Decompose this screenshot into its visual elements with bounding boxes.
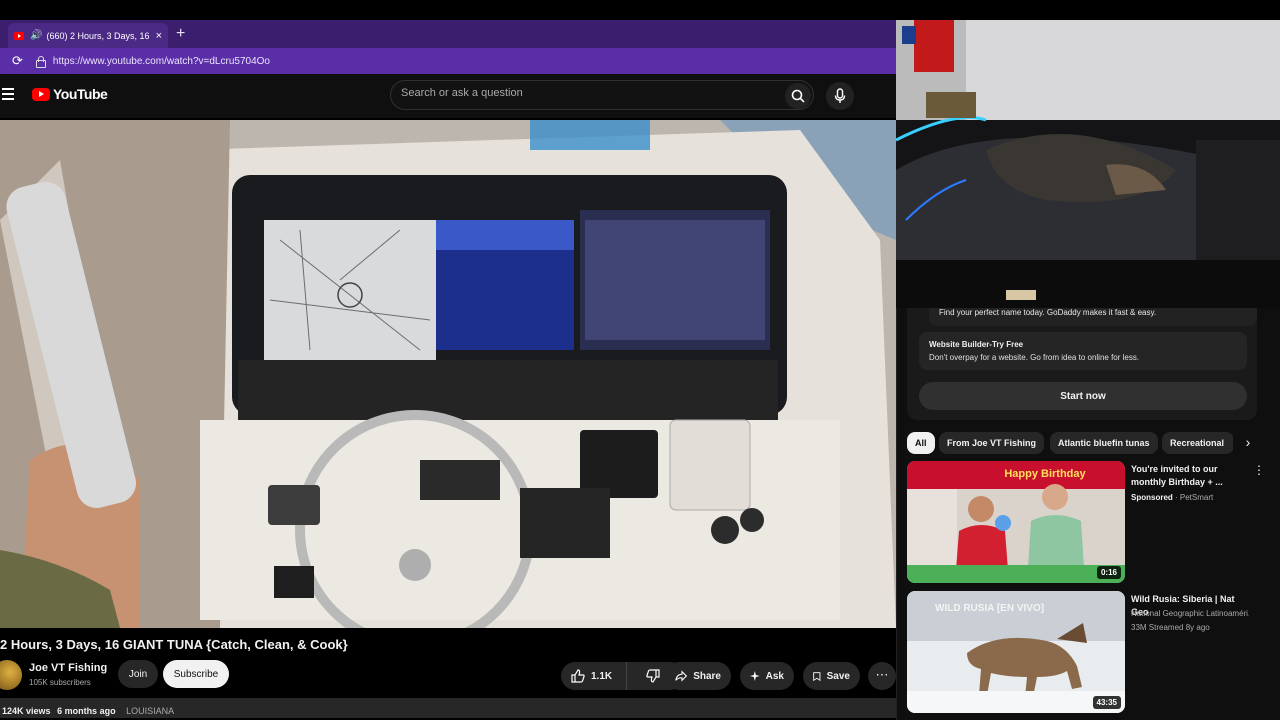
youtube-logo-text: YouTube <box>53 86 108 102</box>
microphone-icon <box>834 88 846 103</box>
search-input[interactable] <box>401 87 781 99</box>
share-button[interactable]: Share <box>665 662 731 690</box>
share-icon <box>675 670 688 682</box>
top-black-band <box>0 0 1280 20</box>
upload-age: 6 months ago <box>57 706 116 716</box>
search-button[interactable] <box>785 83 811 109</box>
video-location: LOUISIANA <box>126 706 175 716</box>
reload-icon[interactable]: ⟳ <box>12 53 23 69</box>
youtube-logo-icon <box>32 87 50 101</box>
lock-icon[interactable] <box>35 56 46 68</box>
webcam-overlay <box>896 20 1280 308</box>
ad-sitelink-title: Website Builder-Try Free <box>929 340 1024 349</box>
new-tab-button[interactable]: + <box>176 25 185 43</box>
voice-search-button[interactable] <box>826 82 854 110</box>
thumb-birthday-text: Happy Birthday <box>1004 468 1086 480</box>
bookmark-icon <box>813 671 821 681</box>
subscribe-button[interactable]: Subscribe <box>163 660 229 688</box>
chip-from-channel[interactable]: From Joe VT Fishing <box>939 432 1045 454</box>
thumbs-down-icon <box>645 669 660 683</box>
save-button[interactable]: Save <box>803 662 860 690</box>
browser-tab-bar: 🔊 (660) 2 Hours, 3 Days, 16 GIAN × <box>0 20 896 48</box>
video-title: 2 Hours, 3 Days, 16 GIANT TUNA {Catch, C… <box>0 637 348 652</box>
ad-sitelink-description: Don't overpay for a website. Go from ide… <box>929 353 1140 362</box>
thumbs-up-icon <box>571 669 585 683</box>
chip-atlantic-bluefin[interactable]: Atlantic bluefin tunas <box>1050 432 1158 454</box>
video-stats: 33M Streamed 8y ago <box>1131 623 1210 632</box>
video-frame <box>0 120 896 628</box>
like-button[interactable]: 1.1K <box>561 662 627 690</box>
speaker-icon[interactable]: 🔊 <box>30 30 42 41</box>
video-duration: 0:16 <box>1096 566 1121 579</box>
channel-name[interactable]: Joe VT Fishing <box>29 662 107 674</box>
ad-sitelink[interactable]: Website Builder-Try Free Don't overpay f… <box>919 332 1247 370</box>
thumb-wild-rusia-text: WILD RUSIA [EN VIVO] <box>935 603 1044 614</box>
video-player[interactable] <box>0 120 896 628</box>
webcam-image <box>896 20 1280 308</box>
chip-all[interactable]: All <box>907 432 935 454</box>
ad-card[interactable]: Find your perfect name today. GoDaddy ma… <box>907 308 1257 420</box>
sponsored-label: Sponsored <box>1131 493 1173 502</box>
channel-avatar[interactable] <box>0 660 22 690</box>
address-bar: ⟳ https://www.youtube.com/watch?v=dLcru5… <box>0 48 896 74</box>
start-now-button[interactable]: Start now <box>919 382 1247 410</box>
thumbnail-image: Happy Birthday <box>907 461 1125 583</box>
filter-chips: All From Joe VT Fishing Atlantic bluefin… <box>907 432 1273 456</box>
video-thumbnail[interactable]: Happy Birthday 0:16 <box>907 461 1125 583</box>
menu-icon[interactable] <box>2 88 14 100</box>
youtube-favicon-icon <box>14 31 24 40</box>
recommendations-sidebar: Find your perfect name today. GoDaddy ma… <box>896 308 1280 720</box>
recommendation-item[interactable]: WILD RUSIA [EN VIVO] 43:35 Wild Rusia: S… <box>907 591 1273 713</box>
subscriber-count: 105K subscribers <box>29 678 91 687</box>
video-title[interactable]: You're invited to our monthly Birthday +… <box>1131 463 1249 489</box>
video-duration: 43:35 <box>1092 696 1121 709</box>
join-button[interactable]: Join <box>118 660 158 688</box>
share-label: Share <box>693 670 721 682</box>
browser-tab[interactable]: 🔊 (660) 2 Hours, 3 Days, 16 GIAN × <box>8 23 168 48</box>
youtube-logo[interactable]: YouTube <box>32 86 108 102</box>
recommendation-item[interactable]: Happy Birthday 0:16 You're invited to ou… <box>907 461 1273 583</box>
chip-recreational[interactable]: Recreational <box>1162 432 1234 454</box>
like-count: 1.1K <box>591 670 613 682</box>
video-meta[interactable]: 124K views 6 months ago LOUISIANA <box>0 698 896 718</box>
more-actions-button[interactable]: ⋯ <box>868 662 896 690</box>
tab-title: (660) 2 Hours, 3 Days, 16 GIAN <box>46 30 151 41</box>
view-count: 124K views <box>2 706 51 716</box>
save-label: Save <box>826 670 850 682</box>
tab-close-icon[interactable]: × <box>156 30 162 42</box>
ask-label: Ask <box>765 670 784 682</box>
thumbnail-image: WILD RUSIA [EN VIVO] <box>907 591 1125 713</box>
sparkle-icon <box>750 671 760 681</box>
more-options-icon[interactable]: ⋮ <box>1253 463 1265 477</box>
youtube-header: YouTube <box>0 74 896 118</box>
url-text[interactable]: https://www.youtube.com/watch?v=dLcru570… <box>53 56 270 67</box>
video-channel: Sponsored · PetSmart <box>1131 493 1214 502</box>
ad-description: Find your perfect name today. GoDaddy ma… <box>929 308 1257 326</box>
ask-button[interactable]: Ask <box>740 662 794 690</box>
channel-name: National Geographic Latinoaméri... <box>1131 609 1249 618</box>
channel-name: PetSmart <box>1179 493 1214 502</box>
search-icon <box>791 89 805 103</box>
chevron-right-icon[interactable]: › <box>1233 432 1263 454</box>
search-box <box>390 80 814 110</box>
video-thumbnail[interactable]: WILD RUSIA [EN VIVO] 43:35 <box>907 591 1125 713</box>
